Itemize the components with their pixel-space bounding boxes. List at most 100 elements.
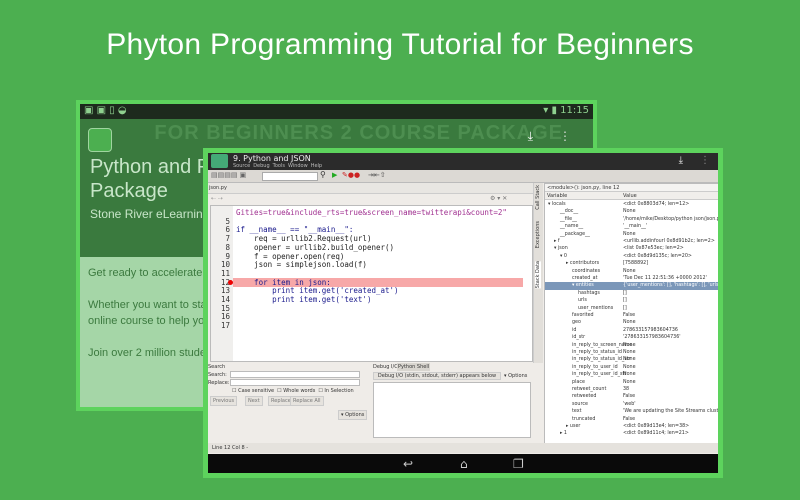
code-line: opener = urllib2.build_opener() [236,242,395,252]
frame-selector[interactable]: <module>(): json.py, line 12 [545,184,718,192]
variable-row[interactable]: coordinates None [545,268,718,275]
variable-row[interactable]: ▸ f <urllib.addinfourl 0x8d91b2c; len=2> [545,238,718,245]
variable-row[interactable]: __doc__ None [545,208,718,215]
variable-name: __name__ [560,224,584,230]
download-icon[interactable]: ⤓ [528,129,533,144]
variable-name: geo [572,320,581,326]
variable-row[interactable]: __package__ None [545,231,718,238]
file-buttons-icon[interactable]: ▤▤▤▤ ▣ [211,171,246,179]
search-tab[interactable]: Search [208,364,225,370]
replace-field[interactable] [230,379,360,386]
back-icon[interactable]: ↩ [403,458,413,470]
variable-name: truncated [572,416,596,422]
toolbar-search-input[interactable] [262,172,318,181]
variable-row[interactable]: in_reply_to_status_id_str None [545,356,718,363]
tab-python-shell[interactable]: Python Shell [397,363,431,371]
variables-header: Variable Value [545,192,718,200]
variable-value: None [623,209,636,215]
tab-exceptions[interactable]: Exceptions [535,221,541,248]
variable-row[interactable]: source 'web' [545,401,718,408]
run-icon[interactable]: ▶ [332,171,337,179]
variable-row[interactable]: id 278633157983604736 [545,327,718,334]
tab-json-py[interactable]: json.py [209,185,227,191]
debug-controls-icon[interactable]: ✎●● [342,171,360,179]
variable-row[interactable]: ▾ 0 <dict 0x8d9d135c; len=20> [545,253,718,260]
search-options-button[interactable]: ▾ Options [338,410,368,420]
line-number: 9 [225,251,230,261]
menu-tools[interactable]: Tools [273,163,285,169]
variable-row[interactable]: ▾ json <list 0x87e53ec; len=2> [545,245,718,252]
step-icons[interactable]: ⇥⇤⇧ [368,171,386,179]
replace-all-button[interactable]: Replace All [290,396,324,406]
tab-debug-io[interactable]: Debug I/O [373,364,398,370]
case-sensitive-checkbox[interactable]: ☐ Case sensitive [232,388,274,394]
code-line: f = opener.open(req) [236,251,345,261]
variable-row[interactable]: place None [545,379,718,386]
download-icon[interactable]: ⤓ [679,155,683,166]
breakpoint-icon[interactable] [228,279,233,285]
variable-row[interactable]: created_at 'Tue Dec 11 22:51:36 +0000 201… [545,275,718,282]
debug-io-output[interactable] [373,382,531,438]
variable-row[interactable]: in_reply_to_user_id None [545,364,718,371]
variable-row[interactable]: __file__ '/home/mike/Desktop/python json/… [545,216,718,223]
variable-name: place [572,379,585,385]
variable-row[interactable]: in_reply_to_status_id None [545,349,718,356]
line-number: 7 [225,234,230,244]
home-icon[interactable]: ⌂ [460,458,468,470]
variable-value: '278633157983604736' [623,335,681,341]
notification-icons: ▣ ▣ ▯ ◒ [84,105,127,116]
variable-row[interactable]: ▸ contributors [7588892] [545,260,718,267]
case-sensitive-label: Case sensitive [238,388,275,394]
variable-row[interactable]: ▸ 1 <dict 0x89d11c4; len=21> [545,430,718,437]
column-value: Value [623,193,637,199]
variable-row[interactable]: urls [] [545,297,718,304]
previous-button[interactable]: Previous [210,396,238,406]
variable-value: <dict 0x89d11c4; len=21> [623,431,689,437]
variable-value: <list 0x87e53ec; len=2> [623,246,684,252]
tab-stack-data[interactable]: Stack Data [535,261,541,289]
variable-row[interactable]: in_reply_to_user_id_str None [545,371,718,378]
code-line: Gities=true&include_rts=true&screen_name… [236,208,507,217]
search-label: Search: [208,372,227,378]
variable-row[interactable]: in_reply_to_screen_name None [545,342,718,349]
overflow-menu-icon[interactable]: ⋮ [559,129,571,143]
variable-row[interactable]: __name__ '__main__' [545,223,718,230]
in-selection-checkbox[interactable]: ☐ In Selection [318,388,353,394]
editor-options-icon[interactable]: ⚙ ▾ ✕ [490,195,507,202]
variable-row[interactable]: id_str '278633157983604736' [545,334,718,341]
tab-call-stack[interactable]: Call Stack [535,185,541,210]
variable-value: <dict 0x89d13e4; len=38> [623,424,690,429]
variable-value: [] [623,290,627,296]
line-number: 15 [220,303,230,313]
variable-row[interactable]: favorited False [545,312,718,319]
variable-row[interactable]: ▾ locals <dict 0x8803d74; len=12> [545,201,718,208]
code-editor[interactable]: 5 6 7 8 9 10 11 12 13 14 15 16 17 Gities=true&includ… [210,205,533,362]
menu-source[interactable]: Source [233,163,250,169]
variable-row[interactable]: geo None [545,319,718,326]
wifi-icon: ▾ ▮ [543,105,561,116]
variable-row[interactable]: retweet_count 38 [545,386,718,393]
variable-value: '__main__' [623,224,648,230]
overflow-menu-icon[interactable]: ⋮ [700,155,710,166]
variable-row[interactable]: text 'We are updating the Site Streams cl… [545,408,718,415]
recents-icon[interactable]: ❐ [513,458,524,470]
variable-name: ▾ locals [548,202,566,207]
menu-debug[interactable]: Debug [253,163,269,169]
android-nav-bar: ↩ ⌂ ❐ [208,454,718,473]
search-field[interactable] [230,371,360,378]
debug-io-banner: Debug I/O (stdin, stdout, stderr) appear… [373,372,501,380]
variable-row[interactable]: truncated False [545,416,718,423]
debug-options-button[interactable]: ▾ Options [504,373,527,379]
variable-row[interactable]: ▸ user <dict 0x89d13e4; len=38> [545,423,718,430]
search-icon[interactable]: ⚲ [320,170,326,179]
variable-row[interactable]: ▾ entities {'user_mentions': [], 'hashtag… [545,282,718,290]
menu-window[interactable]: Window [288,163,308,169]
variable-row[interactable]: hashtags [] [545,290,718,297]
variable-row[interactable]: user_mentions [] [545,305,718,312]
variable-row[interactable]: retweeted False [545,393,718,400]
whole-words-checkbox[interactable]: ☐ Whole words [277,388,315,394]
nav-arrows-icon[interactable]: ⇠ ⇢ [211,195,223,202]
menu-help[interactable]: Help [311,163,322,169]
variable-value: None [623,320,636,326]
next-button[interactable]: Next [245,396,263,406]
